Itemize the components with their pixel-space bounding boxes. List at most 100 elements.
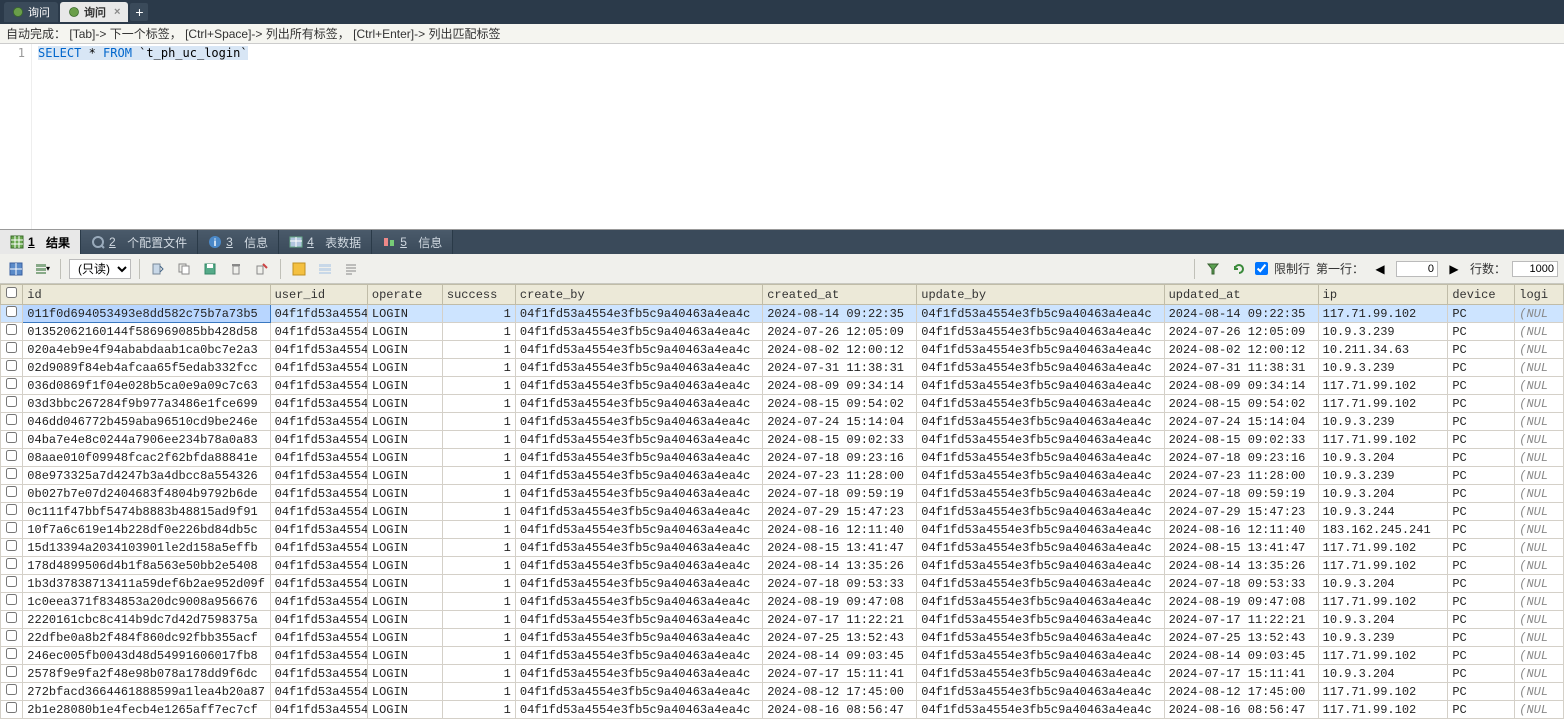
cell-login[interactable]: (NUL <box>1515 665 1564 683</box>
cell-update_by[interactable]: 04f1fd53a4554e3fb5c9a40463a4ea4c <box>917 431 1164 449</box>
prev-page-button[interactable]: ◀ <box>1370 259 1390 279</box>
export-button[interactable] <box>148 259 168 279</box>
cell-ip[interactable]: 117.71.99.102 <box>1318 539 1448 557</box>
table-row[interactable]: 011f0d694053493e8dd582c75b7a73b5 04f1fd5… <box>1 305 1564 323</box>
table-row[interactable]: 08aae010f09948fcac2f62bfda88841e 04f1fd5… <box>1 449 1564 467</box>
cell-success[interactable]: 1 <box>442 521 515 539</box>
cell-id[interactable]: 03d3bbc267284f9b977a3486e1fce699 <box>23 395 270 413</box>
cell-operate[interactable]: LOGIN <box>367 539 442 557</box>
cell-create_by[interactable]: 04f1fd53a4554e3fb5c9a40463a4ea4c <box>515 359 762 377</box>
table-row[interactable]: 15d13394a2034103901le2d158a5effb 04f1fd5… <box>1 539 1564 557</box>
cell-ip[interactable]: 10.9.3.204 <box>1318 485 1448 503</box>
cell-update_by[interactable]: 04f1fd53a4554e3fb5c9a40463a4ea4c <box>917 593 1164 611</box>
cell-operate[interactable]: LOGIN <box>367 503 442 521</box>
cell-success[interactable]: 1 <box>442 395 515 413</box>
cell-create_by[interactable]: 04f1fd53a4554e3fb5c9a40463a4ea4c <box>515 449 762 467</box>
cell-success[interactable]: 1 <box>442 593 515 611</box>
cell-success[interactable]: 1 <box>442 539 515 557</box>
cell-operate[interactable]: LOGIN <box>367 701 442 719</box>
cell-login[interactable]: (NUL <box>1515 305 1564 323</box>
cell-operate[interactable]: LOGIN <box>367 413 442 431</box>
cell-update_by[interactable]: 04f1fd53a4554e3fb5c9a40463a4ea4c <box>917 413 1164 431</box>
cell-update_by[interactable]: 04f1fd53a4554e3fb5c9a40463a4ea4c <box>917 395 1164 413</box>
cell-success[interactable]: 1 <box>442 629 515 647</box>
cell-device[interactable]: PC <box>1448 593 1515 611</box>
cell-device[interactable]: PC <box>1448 665 1515 683</box>
result-grid[interactable]: id user_id operate success create_by cre… <box>0 284 1564 726</box>
cell-update_by[interactable]: 04f1fd53a4554e3fb5c9a40463a4ea4c <box>917 323 1164 341</box>
row-checkbox[interactable] <box>1 323 23 341</box>
cell-update_by[interactable]: 04f1fd53a4554e3fb5c9a40463a4ea4c <box>917 539 1164 557</box>
cell-create_by[interactable]: 04f1fd53a4554e3fb5c9a40463a4ea4c <box>515 395 762 413</box>
cell-updated_at[interactable]: 2024-07-23 11:28:00 <box>1164 467 1318 485</box>
cell-user_id[interactable]: 04f1fd53a4554 <box>270 395 367 413</box>
cell-id[interactable]: 15d13394a2034103901le2d158a5effb <box>23 539 270 557</box>
cell-operate[interactable]: LOGIN <box>367 323 442 341</box>
cell-created_at[interactable]: 2024-07-25 13:52:43 <box>763 629 917 647</box>
row-checkbox[interactable] <box>1 341 23 359</box>
cell-user_id[interactable]: 04f1fd53a4554 <box>270 323 367 341</box>
row-checkbox[interactable] <box>1 305 23 323</box>
cell-updated_at[interactable]: 2024-07-18 09:23:16 <box>1164 449 1318 467</box>
cell-login[interactable]: (NUL <box>1515 593 1564 611</box>
cell-created_at[interactable]: 2024-07-17 15:11:41 <box>763 665 917 683</box>
cell-id[interactable]: 0b027b7e07d2404683f4804b9792b6de <box>23 485 270 503</box>
table-row[interactable]: 1b3d37838713411a59def6b2ae952d09f 04f1fd… <box>1 575 1564 593</box>
cell-success[interactable]: 1 <box>442 323 515 341</box>
cell-create_by[interactable]: 04f1fd53a4554e3fb5c9a40463a4ea4c <box>515 593 762 611</box>
cell-user_id[interactable]: 04f1fd53a4554 <box>270 629 367 647</box>
tab-result[interactable]: 1 结果 <box>0 230 81 254</box>
cell-device[interactable]: PC <box>1448 575 1515 593</box>
cell-user_id[interactable]: 04f1fd53a4554 <box>270 665 367 683</box>
row-checkbox[interactable] <box>1 539 23 557</box>
table-row[interactable]: 272bfacd3664461888599a1lea4b20a87 04f1fd… <box>1 683 1564 701</box>
cell-user_id[interactable]: 04f1fd53a4554 <box>270 341 367 359</box>
cell-user_id[interactable]: 04f1fd53a4554 <box>270 413 367 431</box>
cell-update_by[interactable]: 04f1fd53a4554e3fb5c9a40463a4ea4c <box>917 683 1164 701</box>
cell-login[interactable]: (NUL <box>1515 341 1564 359</box>
cell-operate[interactable]: LOGIN <box>367 431 442 449</box>
cell-login[interactable]: (NUL <box>1515 683 1564 701</box>
cell-updated_at[interactable]: 2024-07-29 15:47:23 <box>1164 503 1318 521</box>
next-page-button[interactable]: ▶ <box>1444 259 1464 279</box>
row-checkbox[interactable] <box>1 557 23 575</box>
cell-login[interactable]: (NUL <box>1515 503 1564 521</box>
cell-id[interactable]: 0c111f47bbf5474b8883b48815ad9f91 <box>23 503 270 521</box>
cell-operate[interactable]: LOGIN <box>367 629 442 647</box>
cell-operate[interactable]: LOGIN <box>367 395 442 413</box>
table-row[interactable]: 2b1e28080b1e4fecb4e1265aff7ec7cf 04f1fd5… <box>1 701 1564 719</box>
col-login[interactable]: logi <box>1515 285 1564 305</box>
cell-success[interactable]: 1 <box>442 305 515 323</box>
cell-ip[interactable]: 10.9.3.239 <box>1318 467 1448 485</box>
table-row[interactable]: 10f7a6c619e14b228df0e226bd84db5c 04f1fd5… <box>1 521 1564 539</box>
cell-login[interactable]: (NUL <box>1515 647 1564 665</box>
cell-device[interactable]: PC <box>1448 431 1515 449</box>
col-success[interactable]: success <box>442 285 515 305</box>
cell-success[interactable]: 1 <box>442 665 515 683</box>
cell-user_id[interactable]: 04f1fd53a4554 <box>270 485 367 503</box>
row-checkbox[interactable] <box>1 377 23 395</box>
cell-update_by[interactable]: 04f1fd53a4554e3fb5c9a40463a4ea4c <box>917 467 1164 485</box>
cell-success[interactable]: 1 <box>442 431 515 449</box>
cell-id[interactable]: 036d0869f1f04e028b5ca0e9a09c7c63 <box>23 377 270 395</box>
form-button[interactable]: ▾ <box>32 259 52 279</box>
cell-id[interactable]: 08e973325a7d4247b3a4dbcc8a554326 <box>23 467 270 485</box>
cell-ip[interactable]: 117.71.99.102 <box>1318 431 1448 449</box>
table-row[interactable]: 246ec005fb0043d48d54991606017fb8 04f1fd5… <box>1 647 1564 665</box>
cell-updated_at[interactable]: 2024-08-09 09:34:14 <box>1164 377 1318 395</box>
cell-create_by[interactable]: 04f1fd53a4554e3fb5c9a40463a4ea4c <box>515 629 762 647</box>
cell-created_at[interactable]: 2024-08-09 09:34:14 <box>763 377 917 395</box>
cell-id[interactable]: 08aae010f09948fcac2f62bfda88841e <box>23 449 270 467</box>
cell-login[interactable]: (NUL <box>1515 575 1564 593</box>
cell-updated_at[interactable]: 2024-08-02 12:00:12 <box>1164 341 1318 359</box>
cell-operate[interactable]: LOGIN <box>367 341 442 359</box>
edit-mode-select[interactable]: (只读) <box>69 259 131 279</box>
cell-login[interactable]: (NUL <box>1515 557 1564 575</box>
cell-user_id[interactable]: 04f1fd53a4554 <box>270 701 367 719</box>
cell-operate[interactable]: LOGIN <box>367 449 442 467</box>
cell-id[interactable]: 1c0eea371f834853a20dc9008a956676 <box>23 593 270 611</box>
cell-device[interactable]: PC <box>1448 485 1515 503</box>
checkbox-header[interactable] <box>1 285 23 305</box>
cell-login[interactable]: (NUL <box>1515 467 1564 485</box>
cell-operate[interactable]: LOGIN <box>367 377 442 395</box>
